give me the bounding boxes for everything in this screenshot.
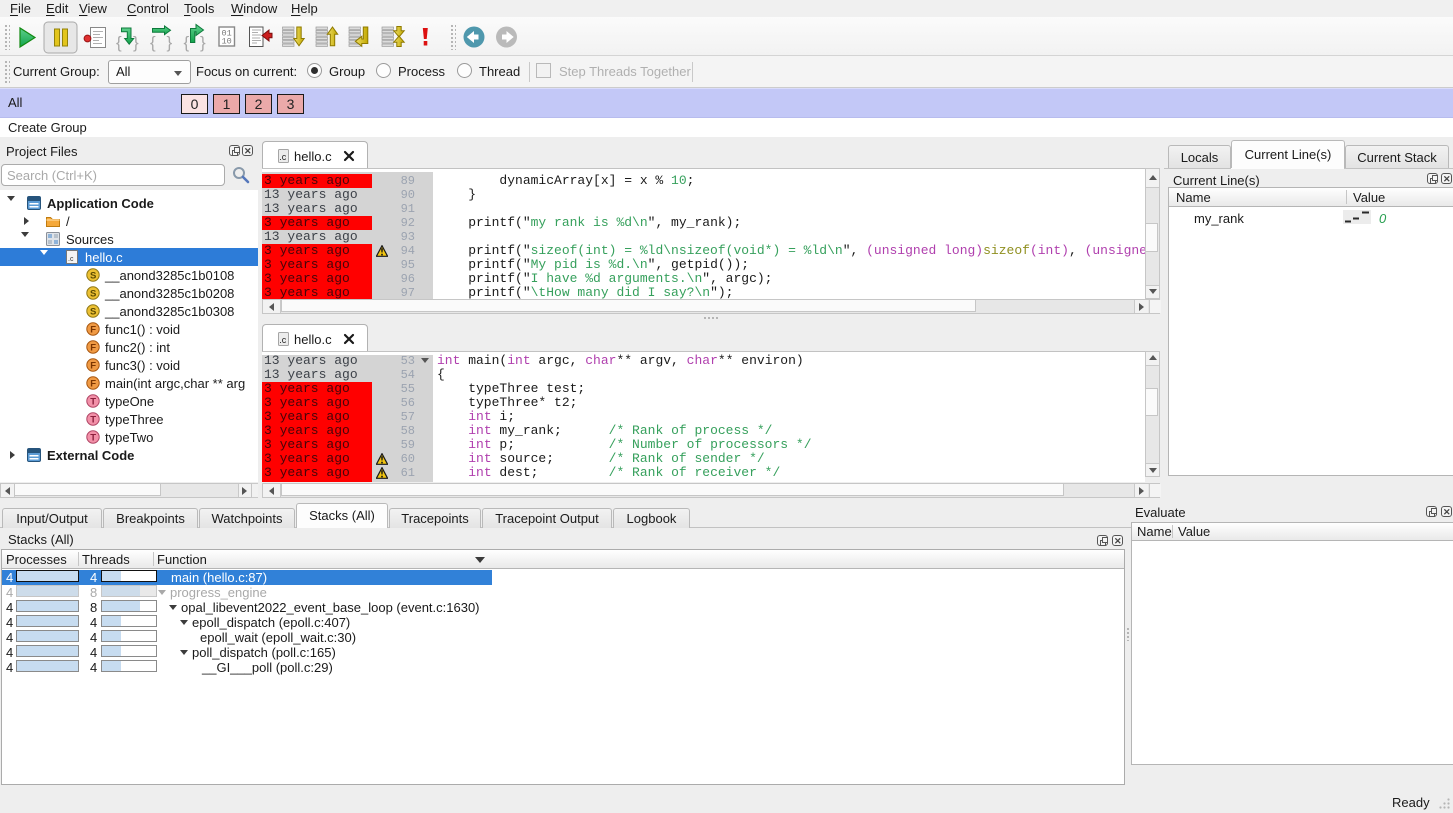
svg-text:10: 10 (222, 37, 232, 47)
svg-text:}: } (133, 33, 139, 52)
svg-text:F: F (90, 325, 96, 336)
svg-text:{: { (116, 33, 122, 52)
svg-text:}: } (167, 33, 173, 52)
svg-text:}: } (200, 33, 206, 52)
svg-text:S: S (90, 289, 96, 300)
svg-text:.c: .c (279, 335, 287, 345)
svg-text:T: T (90, 415, 96, 426)
svg-text:{: { (184, 33, 190, 52)
svg-text:S: S (90, 271, 96, 282)
svg-text:T: T (90, 397, 96, 408)
svg-text:F: F (90, 343, 96, 354)
svg-text:F: F (90, 379, 96, 390)
svg-text:F: F (90, 361, 96, 372)
svg-text:.c: .c (279, 152, 287, 162)
svg-text:.c: .c (68, 256, 74, 263)
svg-text:T: T (90, 433, 96, 444)
svg-text:{: { (150, 33, 156, 52)
svg-text:S: S (90, 307, 96, 318)
